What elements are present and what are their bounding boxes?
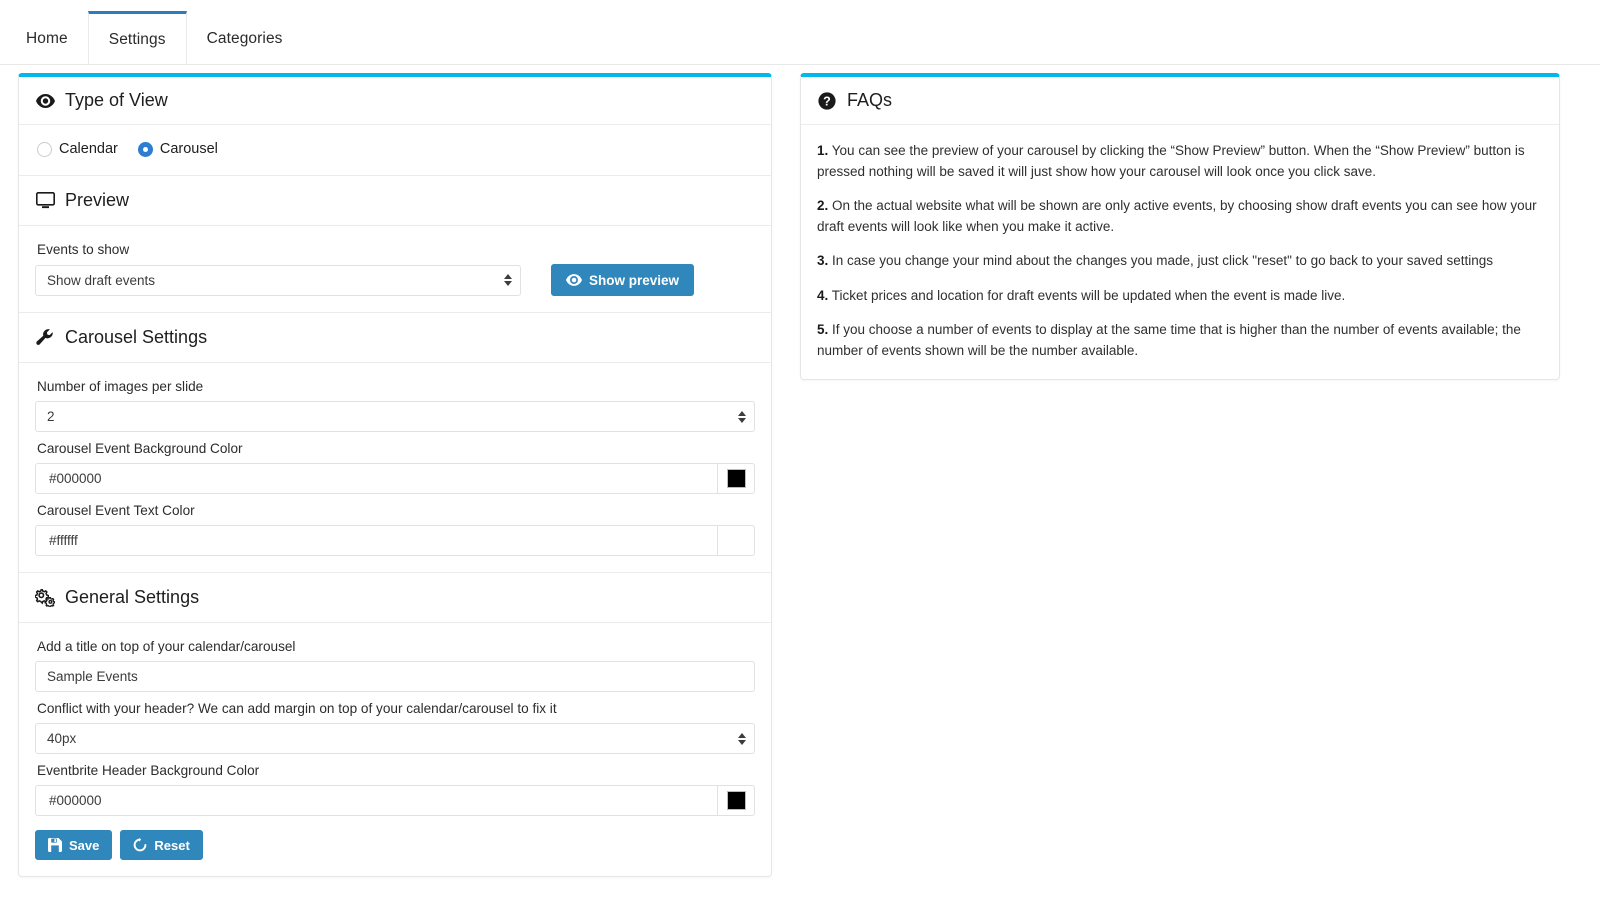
faqs-column: ? FAQs 1. You can see the preview of you… bbox=[790, 65, 1600, 877]
radio-calendar[interactable]: Calendar bbox=[37, 141, 118, 157]
general-settings-title: General Settings bbox=[65, 587, 200, 607]
faq-item: 3. In case you change your mind about th… bbox=[817, 251, 1541, 272]
preview-body: Events to show Show draft events Show pr… bbox=[19, 226, 771, 312]
tab-settings-label: Settings bbox=[108, 31, 166, 48]
type-of-view-body: Calendar Carousel bbox=[19, 125, 771, 175]
faq-text: If you choose a number of events to disp… bbox=[817, 322, 1521, 358]
faq-item: 2. On the actual website what will be sh… bbox=[817, 196, 1541, 237]
content-columns: Type of View Calendar Carousel Preview E… bbox=[0, 65, 1600, 877]
header-bg-color-swatch-button[interactable] bbox=[718, 785, 755, 816]
events-to-show-row: Show draft events Show preview bbox=[35, 264, 755, 296]
desktop-icon bbox=[35, 191, 55, 211]
header-bg-color-label: Eventbrite Header Background Color bbox=[37, 763, 260, 778]
images-per-slide-select[interactable]: 2 bbox=[35, 401, 755, 432]
preview-header: Preview bbox=[19, 175, 771, 226]
events-to-show-label: Events to show bbox=[37, 242, 130, 257]
settings-card: Type of View Calendar Carousel Preview E… bbox=[18, 73, 772, 877]
view-type-radio-group: Calendar Carousel bbox=[35, 139, 755, 159]
question-circle-icon: ? bbox=[817, 91, 837, 111]
faq-item: 5. If you choose a number of events to d… bbox=[817, 320, 1541, 361]
show-preview-button-label: Show preview bbox=[589, 272, 680, 288]
color-swatch bbox=[726, 791, 746, 810]
cogs-icon bbox=[35, 588, 55, 608]
faqs-header: ? FAQs bbox=[801, 77, 1559, 125]
radio-carousel-dot[interactable] bbox=[137, 141, 153, 157]
header-margin-select[interactable]: 40px bbox=[35, 723, 755, 754]
color-swatch bbox=[726, 469, 746, 488]
carousel-bg-color-row bbox=[35, 463, 755, 494]
radio-calendar-dot[interactable] bbox=[37, 141, 52, 157]
calendar-title-input[interactable] bbox=[35, 661, 755, 692]
header-bg-color-row bbox=[35, 785, 755, 816]
events-to-show-select-wrap: Show draft events bbox=[35, 264, 521, 296]
general-settings-header: General Settings bbox=[19, 572, 771, 623]
tab-home[interactable]: Home bbox=[6, 14, 88, 64]
faq-number: 1. bbox=[817, 143, 829, 158]
carousel-text-color-input[interactable] bbox=[35, 525, 719, 556]
save-button[interactable]: Save bbox=[35, 830, 113, 860]
faqs-card: ? FAQs 1. You can see the preview of you… bbox=[800, 73, 1560, 381]
carousel-settings-title: Carousel Settings bbox=[65, 327, 208, 347]
color-swatch bbox=[726, 531, 746, 550]
general-settings-body: Add a title on top of your calendar/caro… bbox=[19, 623, 771, 876]
carousel-settings-body: Number of images per slide 2 Carousel Ev… bbox=[19, 363, 771, 572]
faq-text: On the actual website what will be shown… bbox=[817, 198, 1537, 234]
faq-number: 4. bbox=[817, 287, 829, 303]
eye-icon bbox=[35, 91, 55, 111]
faq-item: 4. Ticket prices and location for draft … bbox=[817, 286, 1541, 307]
tab-bar: Home Settings Categories bbox=[0, 0, 1600, 65]
action-buttons: Save Reset bbox=[35, 830, 755, 860]
margin-field-label: Conflict with your header? We can add ma… bbox=[37, 701, 557, 716]
images-per-slide-label: Number of images per slide bbox=[37, 379, 204, 394]
reset-button[interactable]: Reset bbox=[120, 830, 203, 860]
preview-title: Preview bbox=[65, 190, 130, 210]
faq-text: You can see the preview of your carousel… bbox=[817, 143, 1525, 179]
carousel-text-color-label: Carousel Event Text Color bbox=[37, 503, 195, 518]
undo-icon bbox=[133, 838, 147, 852]
carousel-bg-color-label: Carousel Event Background Color bbox=[37, 441, 243, 456]
radio-calendar-label: Calendar bbox=[59, 141, 118, 157]
settings-column: Type of View Calendar Carousel Preview E… bbox=[0, 65, 790, 877]
reset-button-label: Reset bbox=[154, 837, 190, 853]
svg-text:?: ? bbox=[823, 94, 831, 108]
carousel-text-color-row bbox=[35, 525, 755, 556]
title-field-label: Add a title on top of your calendar/caro… bbox=[37, 639, 296, 654]
tab-categories[interactable]: Categories bbox=[186, 14, 303, 64]
radio-carousel-label: Carousel bbox=[159, 141, 218, 157]
type-of-view-title: Type of View bbox=[65, 90, 168, 110]
radio-carousel[interactable]: Carousel bbox=[137, 141, 218, 157]
faq-text: Ticket prices and location for draft eve… bbox=[831, 287, 1346, 303]
faq-number: 2. bbox=[817, 198, 829, 214]
floppy-save-icon bbox=[48, 838, 62, 852]
faq-number: 3. bbox=[817, 253, 829, 269]
faq-number: 5. bbox=[817, 322, 829, 338]
save-button-label: Save bbox=[69, 837, 100, 853]
faq-text: In case you change your mind about the c… bbox=[832, 253, 1493, 269]
tab-settings[interactable]: Settings bbox=[87, 11, 187, 64]
tab-home-label: Home bbox=[26, 30, 68, 47]
eye-icon bbox=[566, 274, 582, 286]
tab-categories-label: Categories bbox=[206, 30, 283, 47]
carousel-settings-header: Carousel Settings bbox=[19, 312, 771, 363]
margin-select-wrap: 40px bbox=[35, 723, 755, 754]
type-of-view-header: Type of View bbox=[19, 77, 771, 125]
faqs-body: 1. You can see the preview of your carou… bbox=[801, 125, 1559, 379]
header-bg-color-input[interactable] bbox=[35, 785, 719, 816]
carousel-bg-color-input[interactable] bbox=[35, 463, 719, 494]
faq-item: 1. You can see the preview of your carou… bbox=[817, 141, 1541, 182]
show-preview-button[interactable]: Show preview bbox=[551, 264, 695, 296]
images-per-slide-select-wrap: 2 bbox=[35, 401, 755, 432]
events-to-show-select[interactable]: Show draft events bbox=[35, 264, 521, 296]
wrench-icon bbox=[35, 328, 55, 348]
carousel-text-color-swatch-button[interactable] bbox=[718, 525, 755, 556]
carousel-bg-color-swatch-button[interactable] bbox=[718, 463, 755, 494]
settings-page: Home Settings Categories Type of View Ca… bbox=[0, 0, 1600, 900]
faqs-title: FAQs bbox=[847, 90, 893, 110]
